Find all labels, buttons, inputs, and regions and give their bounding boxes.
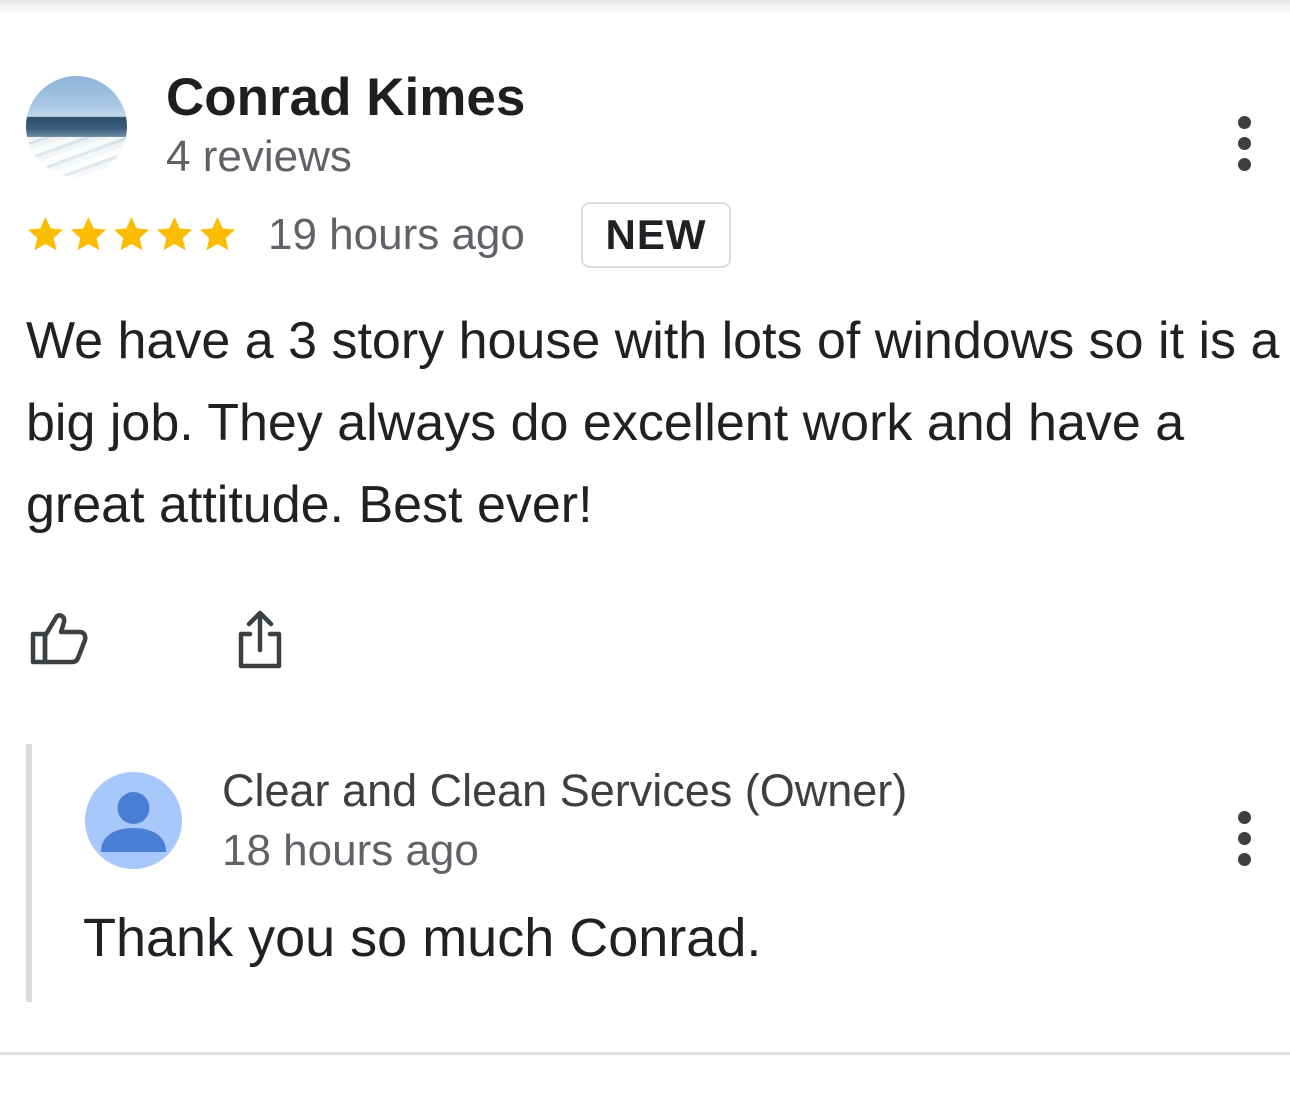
review-text: We have a 3 story house with lots of win… [26,312,1280,534]
share-icon[interactable] [236,610,284,675]
more-dot [1237,115,1251,129]
bottom-divider [0,1052,1290,1055]
star-filled-icon [199,216,236,251]
reply-more-options-icon[interactable] [1224,803,1264,873]
star-rating [24,213,239,256]
top-shadow [0,0,1290,14]
reply-time: 18 hours ago [222,826,479,875]
avatar-photo-surf [26,136,127,177]
new-badge: NEW [581,202,731,268]
more-dot [1237,810,1251,824]
star-filled-icon [27,216,64,251]
person-icon [101,792,166,852]
star-filled-icon [70,216,107,251]
more-dot [1237,157,1251,171]
review-more-options-icon[interactable] [1224,108,1264,178]
review-time: 19 hours ago [268,210,525,259]
more-dot [1237,136,1251,150]
reviewer-review-count: 4 reviews [166,132,352,181]
thumbs-up-icon[interactable] [30,610,88,671]
owner-avatar[interactable] [85,772,182,869]
more-dot [1237,831,1251,845]
star-filled-icon [156,216,193,251]
owner-name: Clear and Clean Services (Owner) [222,765,908,816]
star-filled-icon [113,216,150,251]
reviewer-name[interactable]: Conrad Kimes [166,68,525,128]
reply-indent-bar [26,744,32,1002]
more-dot [1237,852,1251,866]
reply-text: Thank you so much Conrad. [83,908,762,968]
reviewer-avatar[interactable] [26,76,127,177]
